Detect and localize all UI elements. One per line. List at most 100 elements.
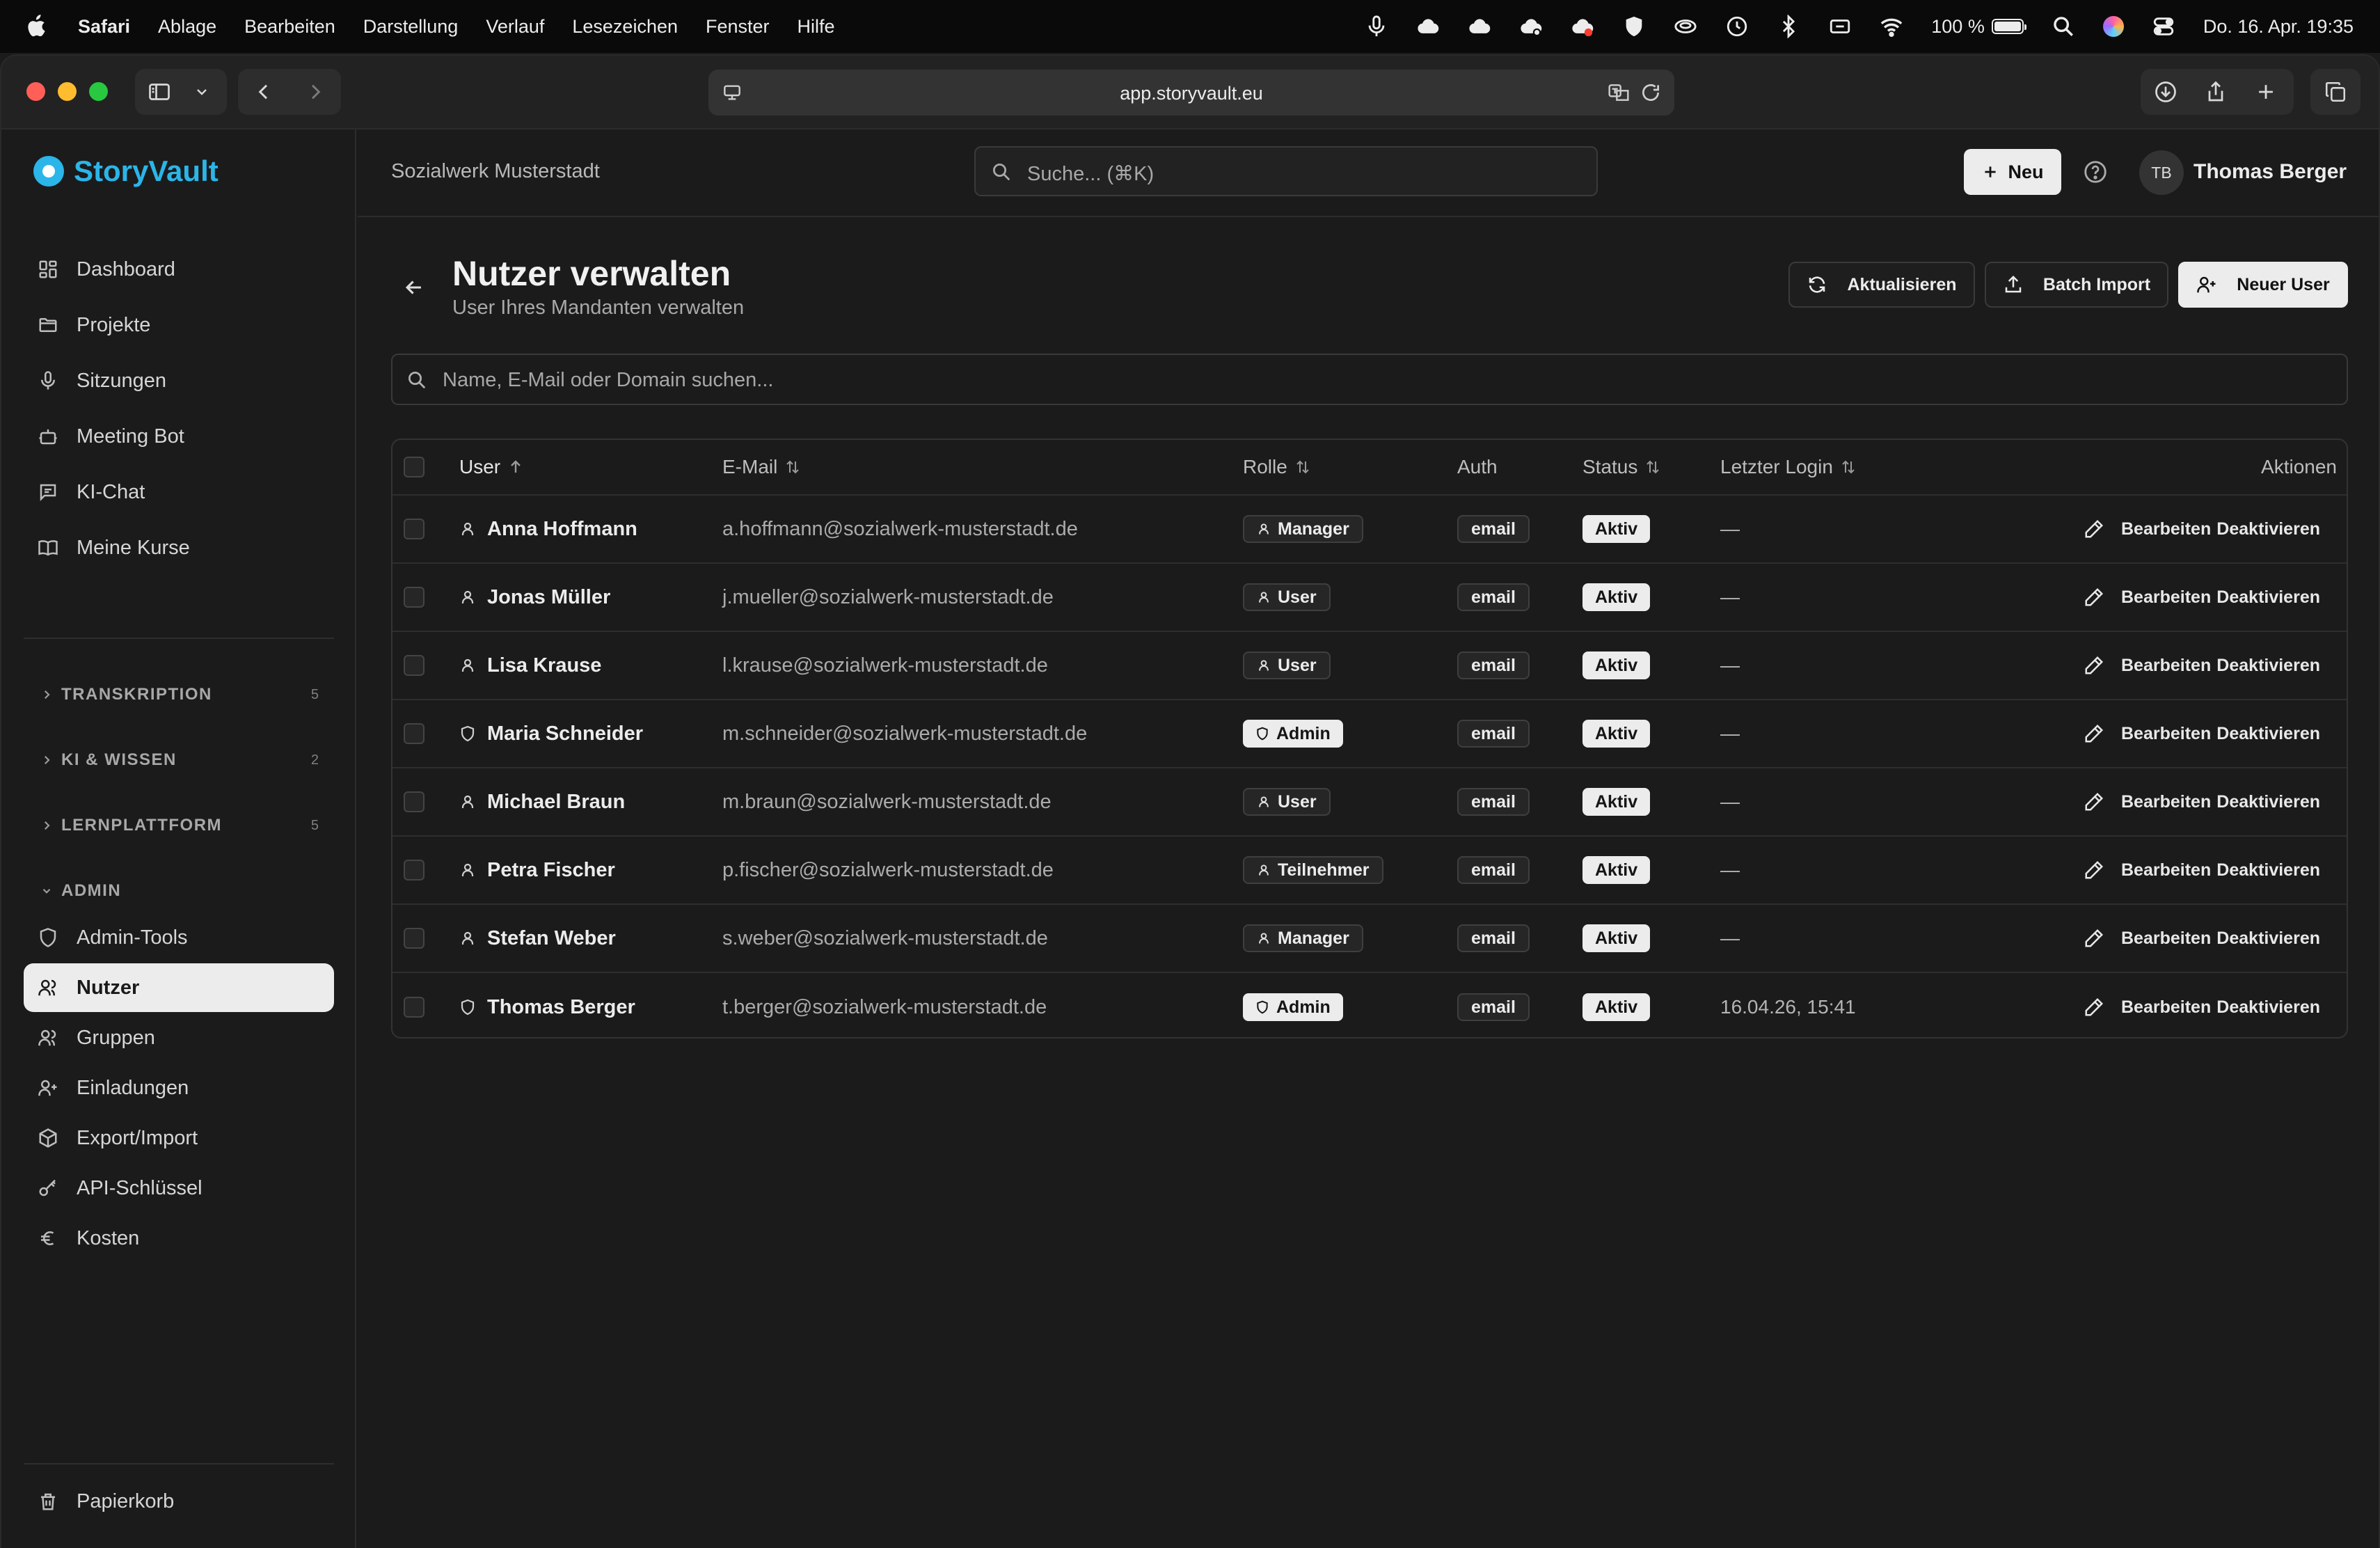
- sidebar-item-meeting-bot[interactable]: Meeting Bot: [24, 412, 334, 461]
- new-user-button[interactable]: Neuer User: [2178, 262, 2348, 308]
- microphone-status-icon[interactable]: [1365, 15, 1388, 38]
- deactivate-button[interactable]: Deaktivieren: [2216, 564, 2320, 631]
- tab-group-dropdown[interactable]: [184, 69, 220, 115]
- sidebar-item-export-import[interactable]: Export/Import: [24, 1114, 334, 1162]
- deactivate-button[interactable]: Deaktivieren: [2216, 496, 2320, 562]
- minimize-window-button[interactable]: [58, 82, 77, 101]
- column-header-role[interactable]: Rolle: [1243, 440, 1311, 494]
- sidebar-toggle-button[interactable]: [135, 69, 184, 115]
- table-row[interactable]: Thomas Berger t.berger@sozialwerk-musters…: [392, 973, 2347, 1037]
- new-tab-button[interactable]: [2241, 69, 2291, 115]
- batch-import-button[interactable]: Batch Import: [1985, 262, 2168, 308]
- section-admin[interactable]: ADMIN: [40, 881, 319, 901]
- address-bar[interactable]: app.storyvault.eu: [708, 70, 1674, 116]
- menu-view[interactable]: Darstellung: [363, 16, 459, 38]
- brand-logo[interactable]: StoryVault: [33, 155, 219, 188]
- close-window-button[interactable]: [26, 82, 45, 101]
- section-ki-wissen[interactable]: KI & WISSEN 2: [40, 750, 319, 770]
- edit-button[interactable]: Bearbeiten: [2084, 496, 2211, 562]
- deactivate-button[interactable]: Deaktivieren: [2216, 700, 2320, 767]
- sidebar-item-projekte[interactable]: Projekte: [24, 301, 334, 349]
- sidebar-item-gruppen[interactable]: Gruppen: [24, 1013, 334, 1062]
- cloud-icon[interactable]: [1416, 15, 1440, 38]
- sidebar-item-papierkorb[interactable]: Papierkorb: [24, 1477, 334, 1526]
- refresh-button[interactable]: Aktualisieren: [1788, 262, 1975, 308]
- siri-icon[interactable]: [2102, 16, 2124, 37]
- zoom-window-button[interactable]: [89, 82, 108, 101]
- sidebar-item-einladungen[interactable]: Einladungen: [24, 1064, 334, 1112]
- back-button[interactable]: [238, 69, 289, 115]
- reload-icon[interactable]: [1640, 81, 1662, 104]
- table-row[interactable]: Stefan Weber s.weber@sozialwerk-mustersta…: [392, 905, 2347, 973]
- column-header-email[interactable]: E-Mail: [722, 440, 801, 494]
- edit-button[interactable]: Bearbeiten: [2084, 700, 2211, 767]
- edit-button[interactable]: Bearbeiten: [2084, 632, 2211, 699]
- help-icon[interactable]: [2082, 159, 2109, 185]
- cloud-lock-icon[interactable]: [1519, 15, 1543, 38]
- new-button[interactable]: Neu: [1964, 149, 2061, 195]
- row-checkbox[interactable]: [404, 587, 425, 608]
- drive-icon[interactable]: [1674, 15, 1697, 38]
- display-icon[interactable]: [1828, 15, 1852, 38]
- user-search-input[interactable]: Name, E-Mail oder Domain suchen...: [391, 354, 2348, 405]
- row-checkbox[interactable]: [404, 655, 425, 676]
- downloads-button[interactable]: [2141, 69, 2191, 115]
- share-button[interactable]: [2191, 69, 2241, 115]
- select-all-checkbox[interactable]: [404, 457, 425, 477]
- sidebar-item-dashboard[interactable]: Dashboard: [24, 245, 334, 294]
- table-row[interactable]: Anna Hoffmann a.hoffmann@sozialwerk-muste…: [392, 496, 2347, 564]
- sidebar-item-api-schluessel[interactable]: API-Schlüssel: [24, 1164, 334, 1213]
- deactivate-button[interactable]: Deaktivieren: [2216, 837, 2320, 903]
- row-checkbox[interactable]: [404, 723, 425, 744]
- menu-file[interactable]: Ablage: [158, 16, 216, 38]
- sidebar-item-sitzungen[interactable]: Sitzungen: [24, 356, 334, 405]
- menu-bookmarks[interactable]: Lesezeichen: [572, 16, 678, 38]
- column-header-user[interactable]: User: [459, 440, 524, 494]
- deactivate-button[interactable]: Deaktivieren: [2216, 905, 2320, 972]
- column-header-last-login[interactable]: Letzter Login: [1720, 440, 1857, 494]
- table-row[interactable]: Michael Braun m.braun@sozialwerk-musterst…: [392, 768, 2347, 837]
- table-row[interactable]: Petra Fischer p.fischer@sozialwerk-muster…: [392, 837, 2347, 905]
- menu-help[interactable]: Hilfe: [798, 16, 835, 38]
- tab-overview-button[interactable]: [2310, 69, 2361, 115]
- section-transkription[interactable]: TRANSKRIPTION 5: [40, 685, 319, 704]
- clock-icon[interactable]: [1725, 15, 1749, 38]
- sidebar-item-meine-kurse[interactable]: Meine Kurse: [24, 523, 334, 572]
- wifi-icon[interactable]: [1880, 15, 1903, 38]
- deactivate-button[interactable]: Deaktivieren: [2216, 632, 2320, 699]
- sidebar-item-kosten[interactable]: Kosten: [24, 1214, 334, 1263]
- menu-window[interactable]: Fenster: [706, 16, 770, 38]
- row-checkbox[interactable]: [404, 928, 425, 949]
- current-user-name[interactable]: Thomas Berger: [2193, 160, 2347, 184]
- edit-button[interactable]: Bearbeiten: [2084, 837, 2211, 903]
- table-row[interactable]: Jonas Müller j.mueller@sozialwerk-musters…: [392, 564, 2347, 632]
- sidebar-item-ki-chat[interactable]: KI-Chat: [24, 468, 334, 516]
- menu-clock[interactable]: Do. 16. Apr. 19:35: [2203, 16, 2354, 38]
- sidebar-item-admin-tools[interactable]: Admin-Tools: [24, 913, 334, 962]
- menu-edit[interactable]: Bearbeiten: [244, 16, 335, 38]
- battery-indicator[interactable]: 100 %: [1931, 16, 2026, 38]
- table-row[interactable]: Maria Schneider m.schneider@sozialwerk-mu…: [392, 700, 2347, 768]
- forward-button[interactable]: [289, 69, 341, 115]
- bluetooth-icon[interactable]: [1777, 15, 1800, 38]
- organization-name[interactable]: Sozialwerk Musterstadt: [391, 160, 600, 183]
- menu-app-name[interactable]: Safari: [78, 16, 130, 38]
- table-row[interactable]: Lisa Krause l.krause@sozialwerk-mustersta…: [392, 632, 2347, 700]
- translate-icon[interactable]: [1608, 81, 1630, 104]
- spotlight-icon[interactable]: [2052, 15, 2075, 38]
- deactivate-button[interactable]: Deaktivieren: [2216, 768, 2320, 835]
- edit-button[interactable]: Bearbeiten: [2084, 973, 2211, 1037]
- row-checkbox[interactable]: [404, 791, 425, 812]
- control-center-icon[interactable]: [2152, 15, 2175, 38]
- section-lernplattform[interactable]: LERNPLATTFORM 5: [40, 816, 319, 835]
- edit-button[interactable]: Bearbeiten: [2084, 905, 2211, 972]
- edit-button[interactable]: Bearbeiten: [2084, 564, 2211, 631]
- row-checkbox[interactable]: [404, 997, 425, 1018]
- column-header-status[interactable]: Status: [1582, 440, 1661, 494]
- avatar[interactable]: TB: [2139, 150, 2184, 195]
- back-arrow-icon[interactable]: [402, 276, 426, 299]
- menu-history[interactable]: Verlauf: [486, 16, 544, 38]
- deactivate-button[interactable]: Deaktivieren: [2216, 973, 2320, 1037]
- cloud-alert-icon[interactable]: [1571, 15, 1594, 38]
- apple-icon[interactable]: [26, 15, 47, 38]
